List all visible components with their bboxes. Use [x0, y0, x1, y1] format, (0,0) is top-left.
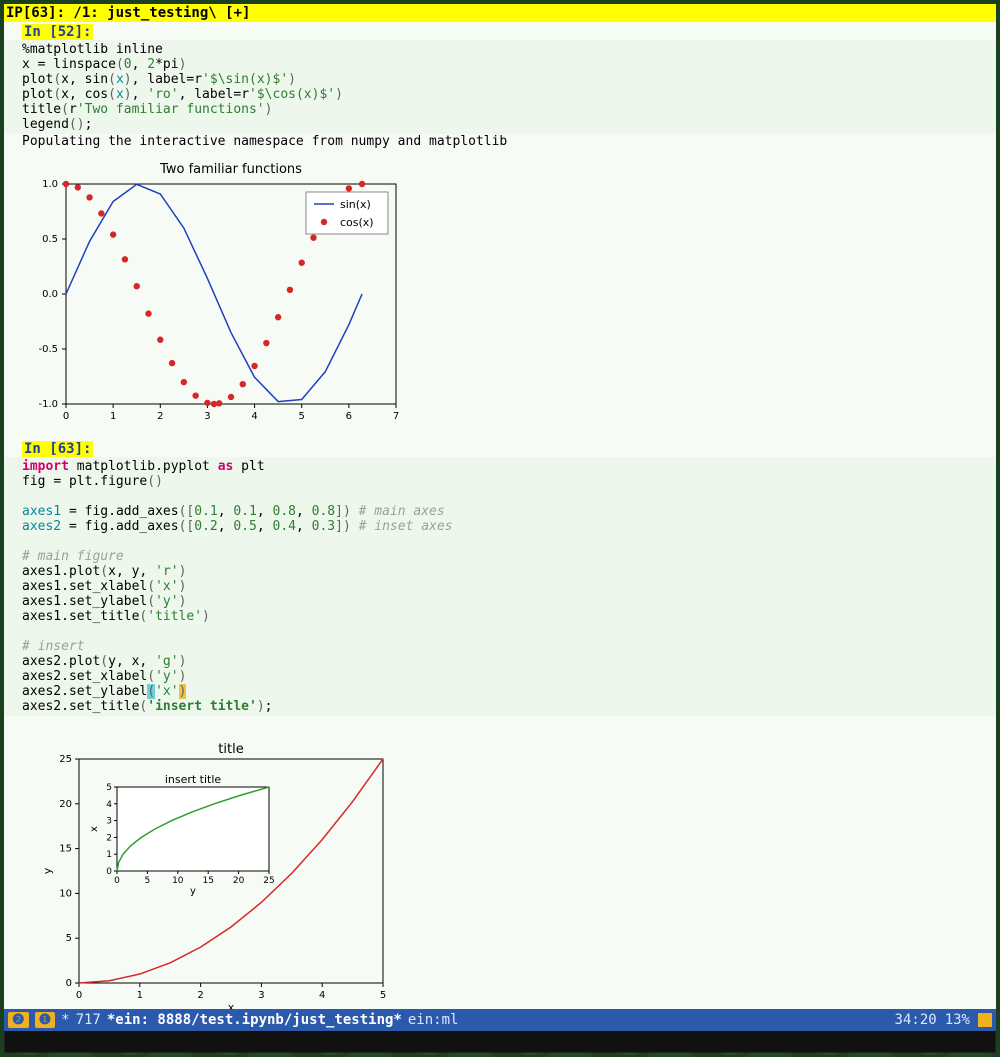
svg-text:10: 10 — [59, 888, 72, 899]
line-number-indicator: 717 — [76, 1012, 101, 1028]
svg-text:20: 20 — [59, 799, 72, 810]
svg-text:Two familiar functions: Two familiar functions — [159, 162, 302, 177]
svg-text:0.0: 0.0 — [42, 289, 58, 300]
svg-text:0: 0 — [63, 411, 69, 422]
svg-text:-0.5: -0.5 — [38, 344, 58, 355]
modeline: ❷ ❶ * 717 *ein: 8888/test.ipynb/just_tes… — [4, 1009, 996, 1031]
modified-star: * — [61, 1012, 69, 1028]
svg-text:1: 1 — [137, 990, 143, 1001]
svg-text:10: 10 — [172, 876, 184, 886]
minibuffer[interactable] — [4, 1031, 996, 1053]
svg-text:7: 7 — [393, 411, 399, 422]
cursor-position: 34:20 — [895, 1012, 937, 1028]
svg-text:2: 2 — [197, 990, 203, 1001]
svg-text:0: 0 — [106, 867, 112, 877]
window-badge-2: ❷ — [8, 1012, 29, 1028]
input-prompt-52: In [52]: — [22, 24, 93, 40]
svg-text:1: 1 — [110, 411, 116, 422]
cell-63: In [63]: import matplotlib.pyplot as plt… — [4, 439, 996, 1009]
svg-text:3: 3 — [258, 990, 264, 1001]
svg-text:1: 1 — [106, 850, 112, 860]
input-prompt-63: In [63]: — [22, 441, 93, 457]
buffer-content[interactable]: In [52]: %matplotlib inline x = linspace… — [4, 22, 996, 1009]
svg-text:20: 20 — [233, 876, 245, 886]
code-block-52[interactable]: %matplotlib inline x = linspace(0, 2*pi)… — [4, 40, 996, 134]
svg-text:2: 2 — [106, 833, 112, 843]
svg-text:0: 0 — [114, 876, 120, 886]
svg-text:-1.0: -1.0 — [38, 399, 58, 410]
svg-text:0: 0 — [66, 978, 72, 989]
svg-text:1.0: 1.0 — [42, 179, 58, 190]
svg-text:15: 15 — [59, 844, 72, 855]
svg-text:insert title: insert title — [165, 773, 222, 786]
svg-text:25: 25 — [263, 876, 274, 886]
svg-text:5: 5 — [299, 411, 305, 422]
svg-text:5: 5 — [106, 783, 112, 793]
svg-text:15: 15 — [202, 876, 213, 886]
svg-text:25: 25 — [59, 754, 72, 765]
window-badge-1: ❶ — [35, 1012, 56, 1028]
svg-text:5: 5 — [66, 933, 72, 944]
major-mode: ein:ml — [408, 1012, 459, 1028]
scroll-percent: 13% — [945, 1012, 970, 1028]
mode-indicator-icon — [978, 1013, 992, 1027]
svg-text:0: 0 — [76, 990, 82, 1001]
chart-title-inset: title0123450510152025xyinsert title05101… — [16, 726, 996, 1009]
svg-text:y: y — [41, 867, 54, 874]
svg-text:4: 4 — [251, 411, 257, 422]
svg-text:x: x — [89, 826, 100, 832]
svg-text:5: 5 — [380, 990, 386, 1001]
editor-frame: IP[63]: /1: just_testing\ [+] In [52]: %… — [4, 4, 996, 1053]
svg-text:6: 6 — [346, 411, 352, 422]
svg-text:2: 2 — [157, 411, 163, 422]
code-block-63[interactable]: import matplotlib.pyplot as plt fig = pl… — [4, 457, 996, 716]
svg-text:4: 4 — [319, 990, 325, 1001]
stdout-52: Populating the interactive namespace fro… — [4, 134, 996, 149]
svg-text:sin(x): sin(x) — [340, 198, 371, 211]
svg-text:5: 5 — [145, 876, 151, 886]
svg-text:3: 3 — [204, 411, 210, 422]
cell-52: In [52]: %matplotlib inline x = linspace… — [4, 22, 996, 433]
tab-bar[interactable]: IP[63]: /1: just_testing\ [+] — [4, 4, 996, 22]
svg-text:title: title — [218, 742, 243, 757]
svg-text:y: y — [190, 886, 196, 897]
svg-text:4: 4 — [106, 800, 112, 810]
svg-text:3: 3 — [106, 817, 112, 827]
chart-two-familiar: Two familiar functions 0 1 2 3 4 5 6 7 -1.0 -0.5 0.… — [16, 159, 996, 433]
svg-text:x: x — [228, 1001, 235, 1009]
buffer-name: *ein: 8888/test.ipynb/just_testing* — [107, 1012, 402, 1028]
svg-text:0.5: 0.5 — [42, 234, 58, 245]
svg-text:cos(x): cos(x) — [340, 216, 374, 229]
